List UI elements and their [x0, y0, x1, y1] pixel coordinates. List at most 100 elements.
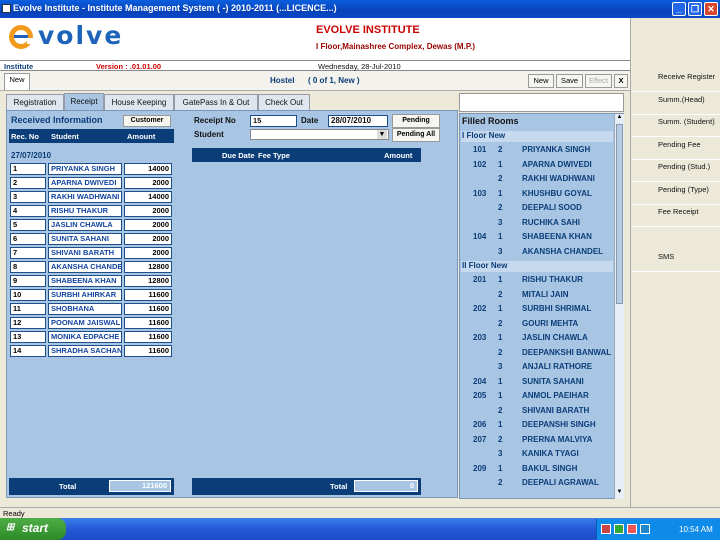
student-cell[interactable]: RAKHI WADHWANI [48, 191, 122, 203]
student-cell[interactable]: SHOBHANA [48, 303, 122, 315]
date-input[interactable]: 28/07/2010 [328, 115, 388, 127]
resident-name[interactable]: RAKHI WADHWANI [522, 174, 612, 183]
student-cell[interactable]: PRIYANKA SINGH [48, 163, 122, 175]
bed-no: 2 [498, 478, 503, 487]
resident-name[interactable]: PRERNA MALVIYA [522, 435, 612, 444]
receipt-date-group: 27/07/2010 [11, 151, 52, 160]
resident-name[interactable]: MITALI JAIN [522, 290, 612, 299]
resident-name[interactable]: DEEPALI SOOD [522, 203, 612, 212]
resident-name[interactable]: ANJALI RATHORE [522, 362, 612, 371]
student-cell[interactable]: APARNA DWIVEDI [48, 177, 122, 189]
tray-network-icon[interactable] [601, 524, 611, 534]
tray-antivirus-icon[interactable] [627, 524, 637, 534]
col-due-date: Due Date [222, 151, 255, 160]
tab-check-out[interactable]: Check Out [258, 94, 310, 110]
resident-name[interactable]: KANIKA TYAGI [522, 449, 612, 458]
bed-no: 1 [498, 391, 503, 400]
bed-no: 2 [498, 347, 503, 357]
student-cell[interactable]: MONIKA EDPACHE [48, 331, 122, 343]
student-cell[interactable]: AKANSHA CHANDEL [48, 261, 122, 273]
room-no: 101 [473, 145, 487, 154]
window-titlebar[interactable]: Evolve Institute - Institute Management … [0, 0, 720, 18]
resident-name[interactable]: DEEPANSHI SINGH [522, 420, 612, 429]
resident-name[interactable]: APARNA DWIVEDI [522, 160, 612, 169]
start-button[interactable]: ⊞ start [0, 518, 66, 540]
close-form-button[interactable]: X [614, 74, 628, 88]
amount-cell: 14000 [124, 163, 172, 175]
rooms-scrollbar[interactable]: ▲ ▼ [614, 114, 624, 499]
sidebar-report-item[interactable]: Summ. (Student) [632, 117, 720, 137]
pending-all-button[interactable]: Pending All [392, 128, 440, 142]
logo-text: volve [38, 21, 124, 50]
pending-button[interactable]: Pending [392, 114, 440, 128]
resident-name[interactable]: AKANSHA CHANDEL [522, 247, 612, 256]
resident-name[interactable]: SUNITA SAHANI [522, 377, 612, 386]
resident-name[interactable]: SHABEENA KHAN [522, 232, 612, 241]
chevron-down-icon[interactable]: ▼ [377, 130, 387, 139]
resident-name[interactable]: RUCHIKA SAHI [522, 218, 612, 227]
resident-name[interactable]: PRIYANKA SINGH [522, 145, 612, 154]
sidebar-report-item[interactable]: Pending Fee [632, 140, 720, 160]
rec-no-cell: 5 [10, 219, 46, 231]
minimize-button[interactable]: _ [672, 2, 686, 16]
sidebar-report-item[interactable]: Fee Receipt [632, 207, 720, 227]
resident-name[interactable]: JASLIN CHAWLA [522, 333, 612, 342]
bed-no: 3 [498, 449, 503, 458]
resident-name[interactable]: RISHU THAKUR [522, 275, 612, 284]
resident-name[interactable]: SURBHI SHRIMAL [522, 304, 612, 313]
student-select[interactable]: ▼ [250, 129, 389, 140]
resident-name[interactable]: GOURI MEHTA [522, 319, 612, 328]
resident-name[interactable]: DEEPALI AGRAWAL [522, 478, 612, 487]
resident-name[interactable]: KHUSHBU GOYAL [522, 189, 612, 198]
sidebar-report-item[interactable]: Summ.(Head) [632, 95, 720, 115]
sidebar-report-item[interactable]: Pending (Type) [632, 185, 720, 205]
tray-app-icon[interactable] [640, 524, 650, 534]
customer-button[interactable]: Customer [123, 115, 171, 127]
sidebar-report-item[interactable]: Pending (Stud.) [632, 162, 720, 182]
rec-no-cell: 11 [10, 303, 46, 315]
sidebar-report-item[interactable]: SMS [632, 252, 720, 272]
bed-no: 1 [498, 159, 503, 169]
tab-new-document[interactable]: New [4, 73, 30, 90]
tab-receipt[interactable]: Receipt [64, 93, 104, 110]
rec-no-cell: 7 [10, 247, 46, 259]
rooms-search-input[interactable] [459, 93, 624, 112]
bed-no: 3 [498, 217, 503, 227]
sidebar-report-item[interactable]: Receive Register [632, 72, 720, 92]
bed-no: 1 [498, 376, 503, 386]
student-cell[interactable]: SUNITA SAHANI [48, 233, 122, 245]
record-indicator: ( 0 of 1, New ) [308, 76, 360, 85]
student-cell[interactable]: RISHU THAKUR [48, 205, 122, 217]
tray-volume-icon[interactable] [614, 524, 624, 534]
restore-button[interactable]: ❐ [688, 2, 702, 16]
effect-button[interactable]: Effect [585, 74, 612, 88]
bed-no: 1 [498, 304, 503, 313]
institute-address: I Floor,Mainashree Complex, Dewas (M.P.) [316, 42, 476, 51]
close-window-button[interactable]: ✕ [704, 2, 718, 16]
tab-gatepass[interactable]: GatePass In & Out [174, 94, 258, 110]
student-cell[interactable]: JASLIN CHAWLA [48, 219, 122, 231]
col-amount: Amount [127, 132, 156, 141]
student-cell[interactable]: SURBHI AHIRKAR [48, 289, 122, 301]
resident-name[interactable]: SHIVANI BARATH [522, 406, 612, 415]
scroll-down-icon[interactable]: ▼ [615, 489, 624, 498]
student-cell[interactable]: SHIVANI BARATH [48, 247, 122, 259]
rec-no-cell: 1 [10, 163, 46, 175]
new-button[interactable]: New [528, 74, 554, 88]
resident-name[interactable]: BAKUL SINGH [522, 464, 612, 473]
receipt-no-input[interactable]: 15 [250, 115, 297, 127]
resident-name[interactable]: ANMOL PAEIHAR [522, 391, 612, 400]
save-button[interactable]: Save [556, 74, 583, 88]
scroll-up-icon[interactable]: ▲ [615, 114, 624, 123]
status-bar: Ready [0, 507, 720, 518]
scroll-thumb[interactable] [616, 124, 623, 304]
tab-registration[interactable]: Registration [6, 94, 64, 110]
bed-no: 2 [498, 145, 503, 154]
student-cell[interactable]: POONAM JAISWAL [48, 317, 122, 329]
tab-house-keeping[interactable]: House Keeping [104, 94, 174, 110]
student-cell[interactable]: SHRADHA SACHAN [48, 345, 122, 357]
resident-name[interactable]: DEEPANKSHI BANWAL [522, 348, 612, 357]
bed-no: 2 [498, 434, 503, 444]
student-cell[interactable]: SHABEENA KHAN [48, 275, 122, 287]
bed-no: 1 [498, 420, 503, 429]
